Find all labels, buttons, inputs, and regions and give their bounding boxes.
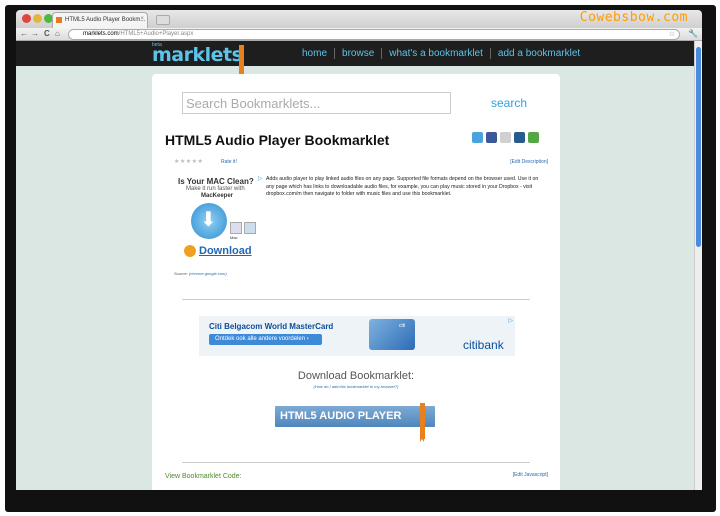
nav-whats-a-bookmarklet[interactable]: what's a bookmarklet	[381, 48, 490, 59]
address-bar[interactable]: marklets.com/HTML5+Audio+Player.aspx ☆	[68, 29, 680, 40]
adchoices-icon[interactable]: ▷	[508, 317, 513, 324]
browser-tabstrip: HTML5 Audio Player Bookm... × Cowebsbow.…	[16, 10, 702, 28]
site-nav: home browse what's a bookmarklet add a b…	[302, 48, 587, 59]
site-header: beta marklets home browse what's a bookm…	[16, 41, 694, 85]
search-input[interactable]: Search Bookmarklets...	[182, 92, 451, 114]
close-window-button[interactable]	[22, 14, 31, 23]
digg-icon[interactable]	[514, 132, 525, 143]
delicious-icon[interactable]	[500, 132, 511, 143]
tab-title: HTML5 Audio Player Bookm...	[65, 17, 146, 23]
new-tab-button[interactable]	[156, 15, 170, 25]
ad-cta-button[interactable]: Ontdek ook alle andere voordelen ›	[209, 334, 322, 345]
forward-icon[interactable]: →	[31, 29, 39, 38]
nav-browse[interactable]: browse	[334, 48, 381, 59]
ad-headline: Citi Belgacom World MasterCard	[209, 322, 334, 331]
citibank-ad[interactable]: Citi Belgacom World MasterCard Ontdek oo…	[199, 316, 515, 356]
adchoices-icon[interactable]: ▷	[258, 175, 263, 182]
nav-home[interactable]: home	[302, 48, 334, 59]
divider	[182, 462, 530, 463]
ad-download-link[interactable]: Download	[199, 245, 252, 257]
scrollbar-thumb[interactable]	[696, 47, 701, 247]
view-code-label[interactable]: View Bookmarklet Code:	[165, 473, 242, 480]
wrench-icon[interactable]: 🔧	[688, 29, 698, 38]
reload-icon[interactable]: C	[44, 29, 50, 38]
source-line: Source: (chrome.google.com)	[174, 271, 227, 276]
url-host: marklets.com	[83, 31, 119, 37]
divider	[182, 299, 530, 300]
edit-javascript-link[interactable]: [Edit Javascript]	[513, 472, 548, 478]
ad-subline: Make it run faster with	[186, 186, 245, 192]
rate-it-link[interactable]: Rate it!	[221, 159, 237, 165]
bookmark-star-icon[interactable]: ☆	[669, 30, 675, 38]
site-logo[interactable]: marklets	[152, 44, 243, 66]
bookmarklet-button[interactable]: HTML5 AUDIO PLAYER	[275, 406, 435, 427]
ad-headline: Is Your MAC Clean?	[178, 177, 254, 186]
favicon-icon	[56, 17, 62, 23]
back-icon[interactable]: ←	[20, 29, 28, 38]
mac-badge-icon	[230, 222, 242, 234]
page-viewport: beta marklets home browse what's a bookm…	[16, 41, 702, 490]
mackeeper-app-icon	[244, 222, 256, 234]
download-icon	[184, 245, 196, 257]
mac-badge-label: Mac	[230, 235, 238, 240]
download-help-link[interactable]: (How do I add this bookmarklet to my bro…	[152, 384, 560, 389]
watermark-text: Cowebsbow.com	[579, 10, 688, 25]
ad-product: MacKeeper	[201, 193, 234, 199]
browser-toolbar: ← → C ⌂ marklets.com/HTML5+Audio+Player.…	[16, 28, 702, 41]
ribbon-icon	[420, 403, 425, 442]
card-logo: citi	[399, 323, 406, 329]
credit-card-image: citi	[369, 319, 415, 350]
twitter-icon[interactable]	[472, 132, 483, 143]
download-title: Download Bookmarklet:	[297, 370, 415, 382]
edit-description-link[interactable]: [Edit Description]	[510, 159, 548, 165]
arrow-down-icon: ⬇	[200, 209, 217, 231]
facebook-icon[interactable]	[486, 132, 497, 143]
tab-close-icon[interactable]: ×	[140, 16, 144, 22]
rating-stars[interactable]: ★★★★★	[174, 158, 203, 165]
source-label: Source:	[174, 271, 189, 276]
page-title: HTML5 Audio Player Bookmarklet	[165, 132, 390, 148]
bookmarklet-description: Adds audio player to play linked audio f…	[266, 176, 539, 197]
source-link[interactable]: (chrome.google.com)	[189, 271, 227, 276]
mackeeper-ad[interactable]: Is Your MAC Clean? ▷ Make it run faster …	[166, 175, 264, 260]
content-card: Search Bookmarklets... search HTML5 Audi…	[152, 74, 560, 490]
home-icon[interactable]: ⌂	[55, 29, 60, 38]
browser-tab[interactable]: HTML5 Audio Player Bookm... ×	[52, 12, 148, 28]
minimize-window-button[interactable]	[33, 14, 42, 23]
scrollbar[interactable]	[694, 41, 702, 490]
url-path: /HTML5+Audio+Player.aspx	[118, 31, 194, 37]
stumbleupon-icon[interactable]	[528, 132, 539, 143]
search-button[interactable]: search	[491, 96, 527, 110]
citibank-logo: citibank	[463, 338, 504, 352]
nav-add-a-bookmarklet[interactable]: add a bookmarklet	[489, 48, 587, 59]
